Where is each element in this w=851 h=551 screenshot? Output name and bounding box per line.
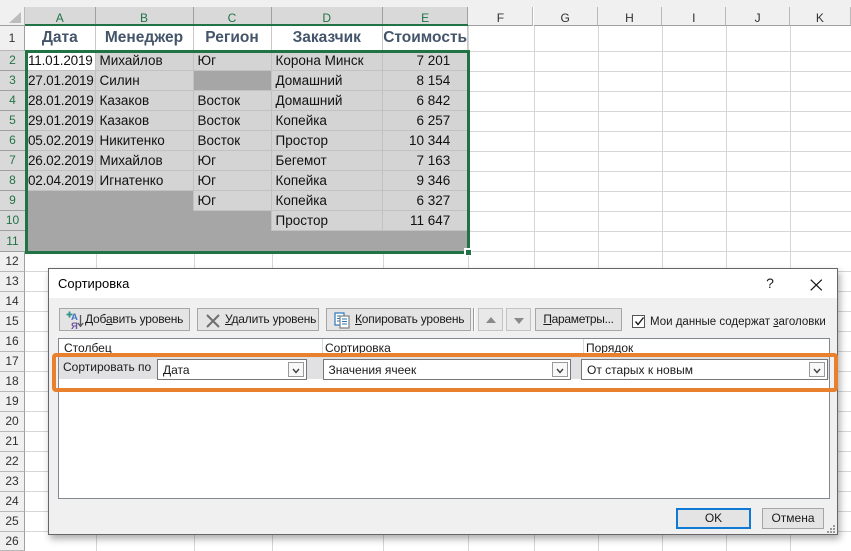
svg-text:Я: Я: [71, 321, 78, 330]
